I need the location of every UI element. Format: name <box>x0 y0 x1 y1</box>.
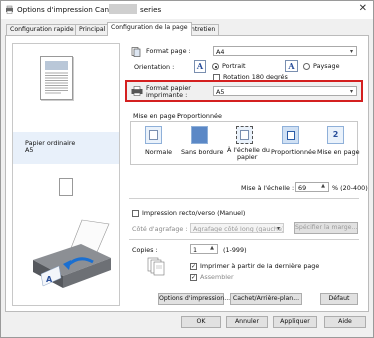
layout-scaled-option[interactable] <box>282 126 299 144</box>
printer-paper-icon <box>131 86 143 96</box>
page-format-label: Format page : <box>146 47 191 55</box>
scale-input[interactable]: 69 ▲ <box>295 182 329 192</box>
chevron-down-icon: ▾ <box>349 88 353 95</box>
preview-pane: Papier ordinaire A5 A <box>12 43 120 306</box>
page-format-icon <box>131 47 141 57</box>
scale-value: 69 <box>298 184 307 192</box>
print-from-last-label: Imprimer à partir de la dernière page <box>200 262 320 270</box>
duplex-checkbox[interactable] <box>132 210 139 217</box>
orientation-label: Orientation : <box>134 63 175 71</box>
page-preview <box>40 56 73 100</box>
stapling-select[interactable]: Agrafage côté long (gauche) ▾ <box>190 223 284 233</box>
tab-quick-setup[interactable]: Configuration rapide <box>6 24 78 35</box>
printer-paper-value: A5 <box>216 88 225 96</box>
portrait-radio[interactable] <box>212 63 219 70</box>
page-layout-strip: Normale Sans bordure À l'échelle du papi… <box>130 121 360 165</box>
close-icon[interactable]: ✕ <box>359 3 367 14</box>
page-layout-label: Mise en page : <box>133 112 180 120</box>
model-name-redacted <box>109 4 137 14</box>
copies-label: Copies : <box>132 246 158 254</box>
collate-checkbox[interactable]: ✓ <box>190 274 197 281</box>
collate-label: Assembler <box>200 273 234 281</box>
copies-input[interactable]: 1 ▲ <box>190 244 218 254</box>
stapling-value: Agrafage côté long (gauche) <box>193 225 284 233</box>
paper-info-box: Papier ordinaire A5 <box>13 132 119 164</box>
layout-fit-to-paper-label-2: papier <box>237 153 258 161</box>
scale-label: Mise à l'échelle : <box>241 184 295 192</box>
print-from-last-checkbox[interactable]: ✓ <box>190 263 197 270</box>
chevron-down-icon: ▾ <box>276 225 280 232</box>
layout-fit-to-paper-option[interactable] <box>236 126 253 144</box>
layout-borderless-option[interactable] <box>191 126 208 144</box>
landscape-label: Paysage <box>313 62 340 70</box>
printer-illustration-icon: A <box>27 214 115 294</box>
printer-paper-select[interactable]: A5 ▾ <box>213 86 357 96</box>
spin-icon[interactable]: ▲ <box>210 245 214 251</box>
copies-range: (1-999) <box>223 246 247 254</box>
svg-text:A: A <box>46 275 53 284</box>
tab-page-setup[interactable]: Configuration de la page <box>107 22 192 36</box>
window-title-prefix: Options d'impression Canon <box>17 5 118 14</box>
duplex-label: Impression recto/verso (Manuel) <box>142 209 246 217</box>
stamp-background-button[interactable]: Cachet/Arrière-plan... <box>230 293 302 305</box>
layout-normal-option[interactable] <box>145 126 162 144</box>
separator <box>129 239 359 240</box>
print-options-window: Options d'impression Canon series ✕ Conf… <box>0 0 374 338</box>
page-format-value: A4 <box>216 48 225 56</box>
defaults-button[interactable]: Défaut <box>320 293 358 305</box>
chevron-down-icon: ▾ <box>349 48 353 55</box>
layout-normal-label: Normale <box>145 148 173 156</box>
layout-page-layout-label: Mise en page <box>317 148 360 156</box>
printer-app-icon <box>5 5 14 14</box>
portrait-icon: A <box>194 60 206 73</box>
landscape-icon: A <box>285 60 298 72</box>
stapling-label: Côté d'agrafage : <box>132 225 188 233</box>
small-paper-icon <box>59 178 73 196</box>
landscape-radio[interactable] <box>303 63 310 70</box>
specify-margin-button[interactable]: Spécifier la marge... <box>294 222 358 234</box>
help-button[interactable]: Aide <box>324 316 366 328</box>
apply-button[interactable]: Appliquer <box>273 316 317 328</box>
page-format-select[interactable]: A4 ▾ <box>213 46 357 56</box>
ok-button[interactable]: OK <box>181 316 221 328</box>
title-bar[interactable]: Options d'impression Canon series ✕ <box>1 1 373 19</box>
copies-stack-icon <box>146 257 168 277</box>
window-title: Options d'impression Canon <box>17 5 118 14</box>
print-options-button[interactable]: Options d'impression... <box>158 293 230 305</box>
separator <box>129 198 359 199</box>
printer-paper-label-line2: imprimante : <box>146 91 188 99</box>
spin-icon[interactable]: ▲ <box>321 183 325 189</box>
scale-range: % (20-400) <box>332 184 368 192</box>
layout-page-layout-badge: 2 <box>332 130 339 139</box>
cancel-button[interactable]: Annuler <box>226 316 268 328</box>
layout-borderless-label: Sans bordure <box>181 148 224 156</box>
window-title-suffix: series <box>140 5 162 14</box>
portrait-label: Portrait <box>222 62 246 70</box>
layout-page-layout-option[interactable]: 2 <box>327 126 344 144</box>
tab-main[interactable]: Principal <box>75 24 110 35</box>
paper-size-text: A5 <box>25 146 34 154</box>
copies-value: 1 <box>193 246 198 254</box>
layout-scaled-label: Proportionnée <box>271 148 316 156</box>
page-layout-current: Proportionnée <box>177 112 222 120</box>
